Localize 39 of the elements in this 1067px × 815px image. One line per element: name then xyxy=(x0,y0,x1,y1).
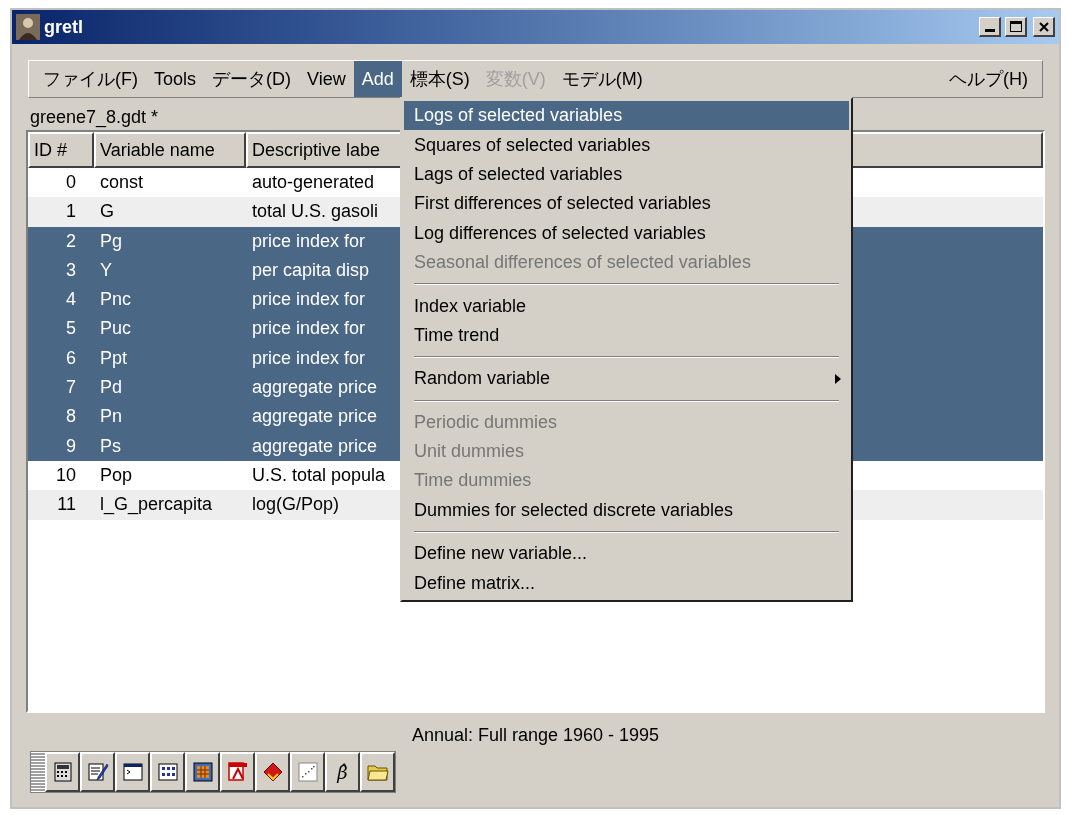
table-cell-text: 3 xyxy=(65,258,77,282)
table-cell-text: per capita disp xyxy=(251,258,370,282)
table-cell-text: G xyxy=(99,200,115,224)
table-cell-text: 2 xyxy=(65,229,77,253)
table-cell-text: Pnc xyxy=(99,288,133,312)
table-cell-text: Pg xyxy=(99,229,124,253)
table-cell-text: 4 xyxy=(65,288,77,312)
table-cell-text: Pd xyxy=(99,376,124,400)
window-title: gretl xyxy=(44,15,84,39)
table-cell-text: 1 xyxy=(65,200,77,224)
table-cell-text: Pn xyxy=(99,405,124,429)
table-cell-text: 6 xyxy=(65,346,77,370)
table-cell-text: Y xyxy=(99,258,113,282)
table-cell-text: log(G/Pop) xyxy=(251,493,340,517)
table-cell-text: 7 xyxy=(65,376,77,400)
status-text: Annual: Full range 1960 - 1995 xyxy=(411,724,660,747)
file-name: greene7_8.gdt * xyxy=(30,106,159,130)
table-cell-text: 10 xyxy=(54,463,77,487)
table-cell-text: l_G_percapita xyxy=(99,493,214,517)
table-cell-text: 8 xyxy=(65,405,77,429)
table-cell-text: U.S. total popula xyxy=(251,463,386,487)
table-cell-text: 9 xyxy=(65,434,77,458)
table-cell-text: 0 xyxy=(65,171,77,194)
table-cell-text: price index for xyxy=(251,288,366,312)
table-cell-text: price index for xyxy=(251,229,366,253)
table-cell-text: 5 xyxy=(65,317,77,341)
table-cell-text: price index for xyxy=(251,346,366,370)
table-cell-text: price index for xyxy=(251,317,366,341)
table-cell-text: 11 xyxy=(56,493,77,517)
table-cell-text: Ppt xyxy=(99,346,129,370)
table-cell-text: aggregate price xyxy=(251,405,378,429)
table-cell-text: auto-generated xyxy=(251,171,375,194)
table-cell-text: Ps xyxy=(99,434,122,458)
table-cell-text: aggregate price xyxy=(251,434,378,458)
table-cell-text: total U.S. gasoli xyxy=(251,200,379,224)
table-cell-text: Puc xyxy=(99,317,133,341)
table-cell-text: const xyxy=(99,171,145,194)
table-cell-text: aggregate price xyxy=(251,376,378,400)
table-cell-text: Pop xyxy=(99,463,134,487)
